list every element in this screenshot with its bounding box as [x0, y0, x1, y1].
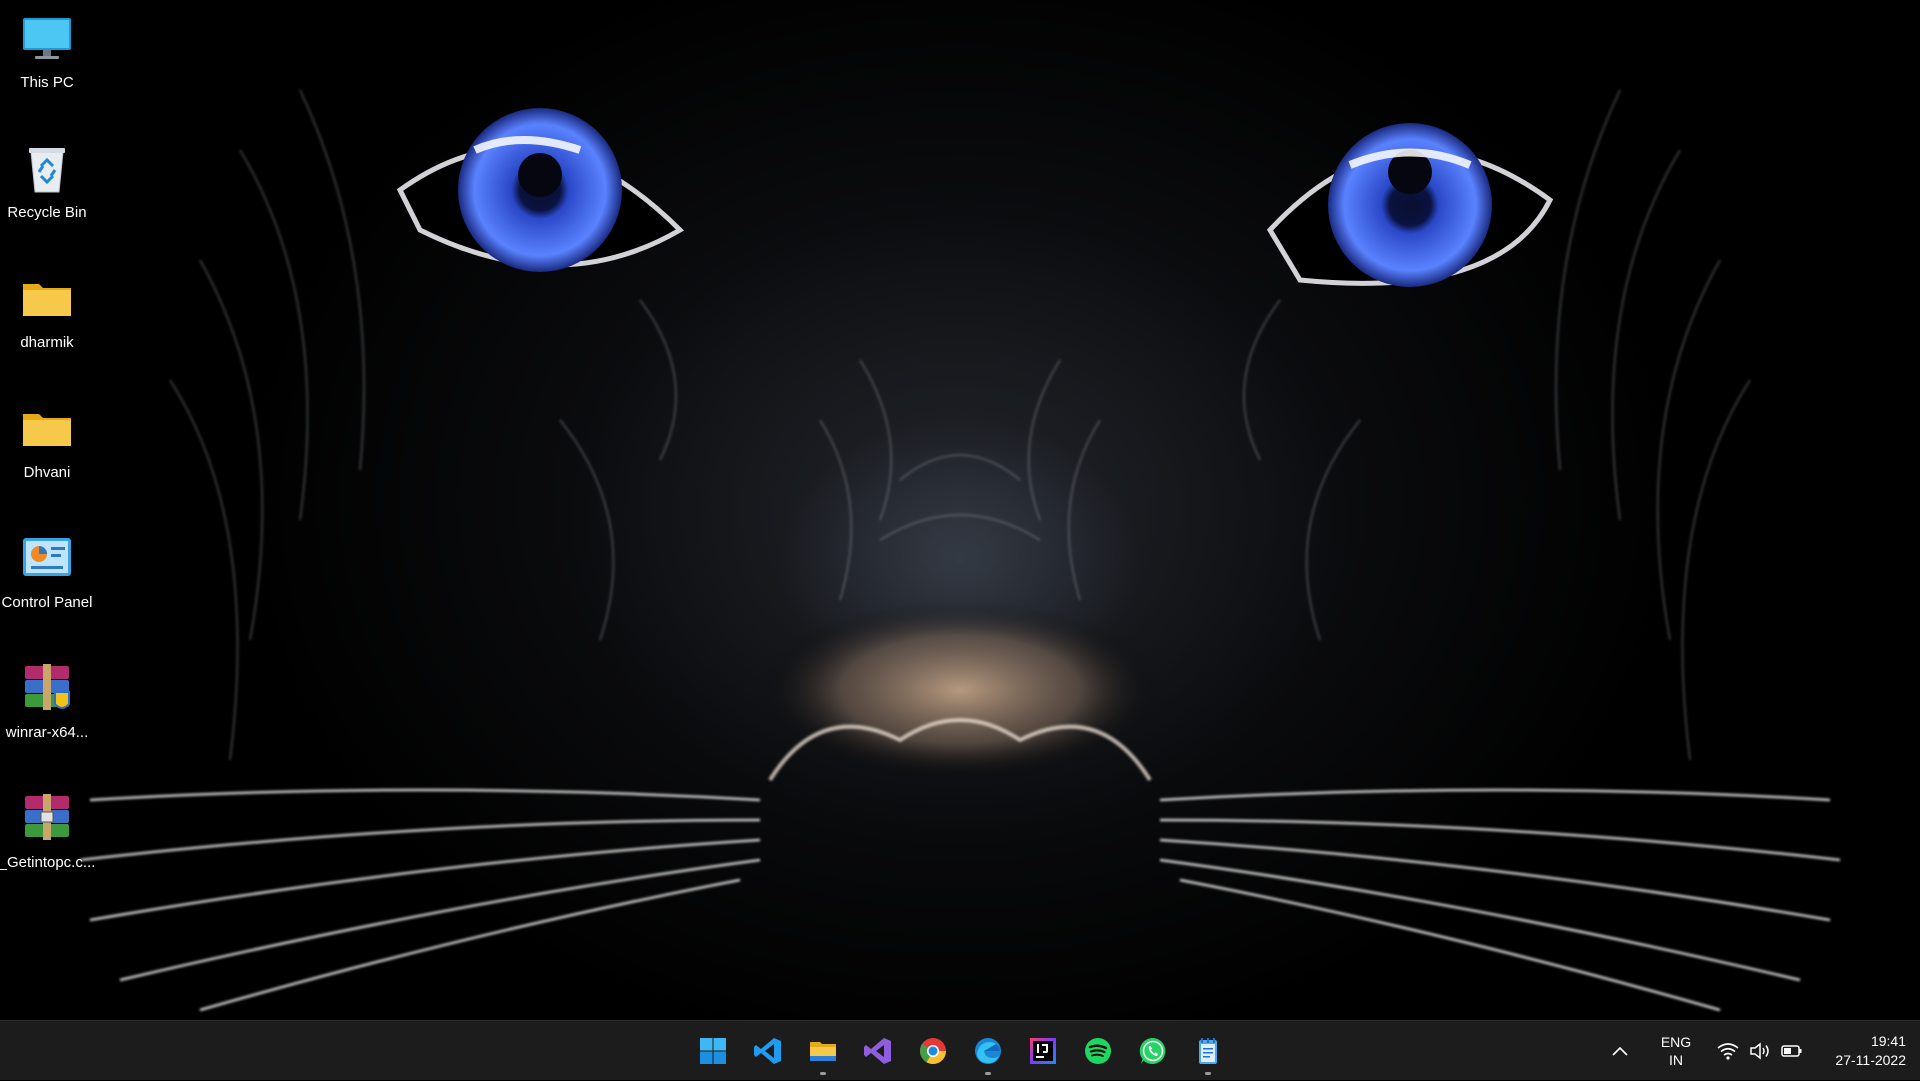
wifi-icon: [1716, 1039, 1740, 1063]
volume-icon: [1748, 1039, 1772, 1063]
show-hidden-icons-button[interactable]: [1608, 1031, 1632, 1071]
intellij-icon: [1029, 1038, 1056, 1064]
quick-settings-button[interactable]: [1716, 1039, 1804, 1063]
spotify-icon: [1084, 1038, 1111, 1064]
windows-start-icon: [699, 1038, 726, 1064]
folder-icon: [23, 414, 71, 446]
desktop-icon-control-panel[interactable]: Control Panel: [0, 520, 94, 632]
left-eye: [396, 108, 685, 272]
taskbar-app-visual-studio[interactable]: [853, 1026, 903, 1076]
desktop-icon-label: winrar-x64...: [5, 724, 89, 741]
input-language-indicator[interactable]: ENG IN: [1648, 1029, 1704, 1073]
control-panel-icon: [23, 538, 71, 576]
folder-icon: [23, 284, 71, 316]
running-indicator: [984, 1072, 991, 1075]
chevron-up-icon: [1612, 1046, 1628, 1056]
file-explorer-icon: [809, 1042, 836, 1061]
desktop-icon-dhvani[interactable]: Dhvani: [0, 390, 94, 502]
desktop-icon-getintopc-archive[interactable]: _Getintopc.c...: [0, 780, 96, 892]
desktop-icon-label: Control Panel: [1, 594, 93, 611]
desktop-icon-winrar-installer[interactable]: winrar-x64...: [0, 650, 94, 762]
right-eye: [1266, 123, 1554, 287]
winrar-archive-icon: [25, 794, 69, 840]
monitor-icon: [23, 18, 71, 59]
whatsapp-icon: [1139, 1037, 1165, 1064]
taskbar-app-whatsapp[interactable]: [1128, 1026, 1178, 1076]
edge-icon: [974, 1038, 1001, 1064]
desktop-wallpaper: [0, 0, 1920, 1020]
recycle-bin-icon: [29, 148, 65, 193]
desktop-icon-dharmik[interactable]: dharmik: [0, 260, 94, 372]
taskbar: ENG IN 19:41 27-11-2022: [0, 1020, 1920, 1080]
desktop-icon-label: dharmik: [20, 334, 74, 351]
vscode-icon: [753, 1038, 781, 1064]
battery-icon: [1780, 1039, 1804, 1063]
taskbar-app-spotify[interactable]: [1073, 1026, 1123, 1076]
running-indicator: [1204, 1072, 1211, 1075]
taskbar-app-edge[interactable]: [963, 1026, 1013, 1076]
desktop-icon-label: _Getintopc.c...: [0, 854, 96, 871]
winrar-installer-icon: [25, 664, 70, 710]
clock-time: 19:41: [1870, 1033, 1906, 1049]
desktop-icon-label: Recycle Bin: [7, 204, 87, 221]
visual-studio-icon: [863, 1038, 891, 1064]
clock-date-button[interactable]: 19:41 27-11-2022: [1822, 1029, 1906, 1073]
system-tray: ENG IN 19:41 27-11-2022: [1608, 1021, 1920, 1081]
taskbar-app-chrome[interactable]: [908, 1026, 958, 1076]
taskbar-app-notepad[interactable]: [1183, 1026, 1233, 1076]
taskbar-app-file-explorer[interactable]: [798, 1026, 848, 1076]
region-code: IN: [1669, 1052, 1683, 1068]
desktop-icon-label: This PC: [20, 74, 74, 91]
notepad-icon: [1198, 1038, 1217, 1064]
language-code: ENG: [1660, 1034, 1692, 1050]
taskbar-start-button[interactable]: [688, 1026, 738, 1076]
desktop-icon-label: Dhvani: [23, 464, 71, 481]
taskbar-pinned-apps: [680, 1021, 1240, 1081]
clock-date: 27-11-2022: [1835, 1052, 1906, 1068]
desktop-icon-recycle-bin[interactable]: Recycle Bin: [0, 130, 94, 242]
panther-wallpaper-image: [79, 89, 1841, 1012]
taskbar-app-intellij[interactable]: [1018, 1026, 1068, 1076]
running-indicator: [819, 1072, 826, 1075]
taskbar-app-vscode[interactable]: [743, 1026, 793, 1076]
desktop-icon-this-pc[interactable]: This PC: [0, 0, 94, 112]
chrome-icon: [919, 1038, 946, 1065]
